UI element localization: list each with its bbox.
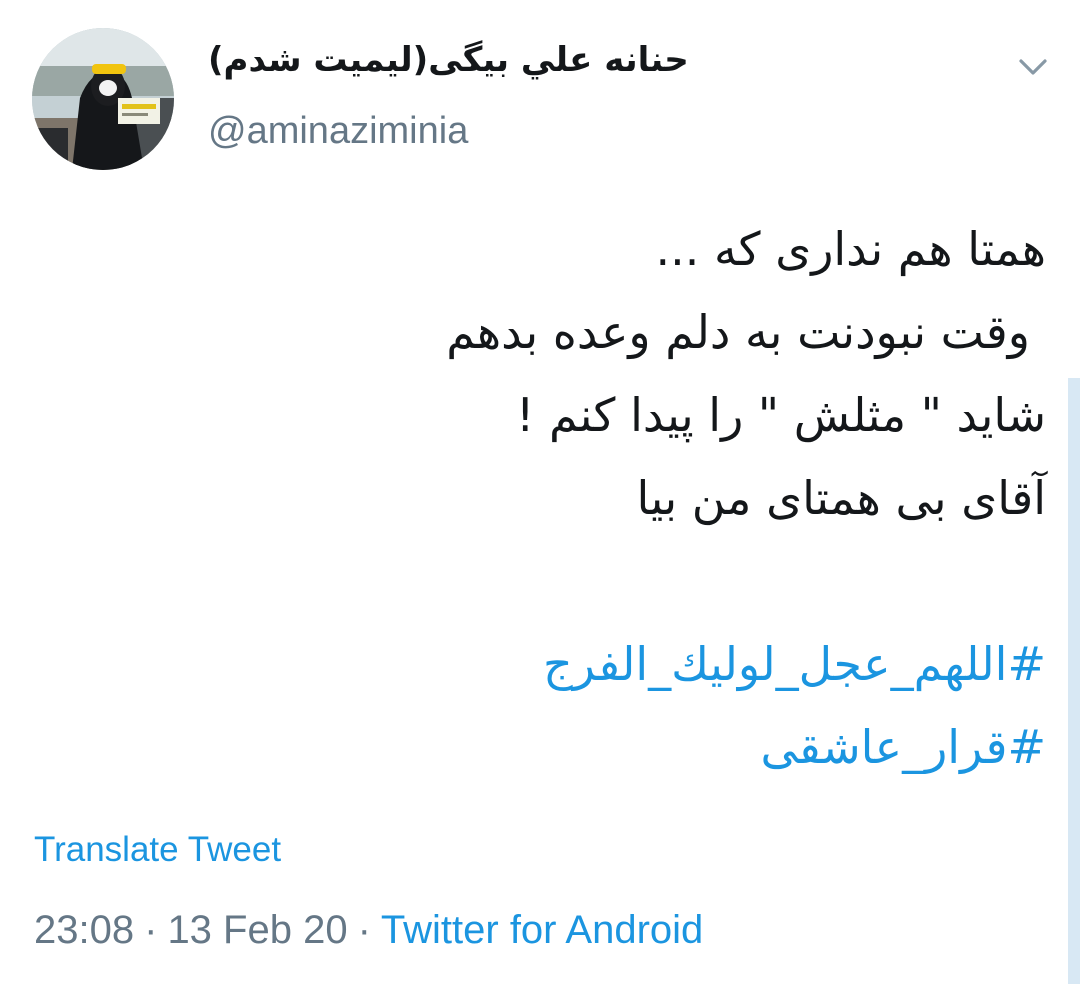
profile-photo — [32, 28, 174, 170]
chevron-down-icon[interactable] — [1016, 52, 1050, 82]
tweet-text: همتا هم نداری که ... وقت نبودنت به دلم و… — [46, 208, 1046, 789]
avatar[interactable] — [32, 28, 174, 170]
translate-tweet-link[interactable]: Translate Tweet — [34, 830, 281, 870]
separator: · — [144, 908, 158, 952]
tweet-line: آقای بی همتای من بیا — [636, 471, 1046, 525]
tweet-card: حنانه علي بيگی(ليميت شدم) @aminaziminia … — [0, 0, 1080, 984]
tweet-line: وقت نبودنت به دلم وعده بدهم — [446, 305, 1030, 359]
hashtag-link[interactable]: #اللهم_عجل_لوليك_الفرج — [46, 623, 1046, 706]
tweet-metadata: 23:08 · 13 Feb 20 · Twitter for Android — [34, 908, 703, 953]
tweet-source-link[interactable]: Twitter for Android — [381, 908, 703, 952]
separator: · — [357, 908, 371, 952]
user-handle[interactable]: @aminaziminia — [208, 110, 468, 153]
tweet-date: 13 Feb 20 — [167, 908, 348, 952]
tweet-line: شاید " مثلش " را پیدا کنم ! — [515, 388, 1046, 442]
tweet-time: 23:08 — [34, 908, 135, 952]
hashtag-link[interactable]: #قرار_عاشقی — [46, 706, 1046, 789]
tweet-line: همتا هم نداری که ... — [655, 222, 1046, 276]
scrollbar[interactable] — [1068, 378, 1080, 984]
display-name[interactable]: حنانه علي بيگی(ليميت شدم) — [208, 40, 689, 80]
